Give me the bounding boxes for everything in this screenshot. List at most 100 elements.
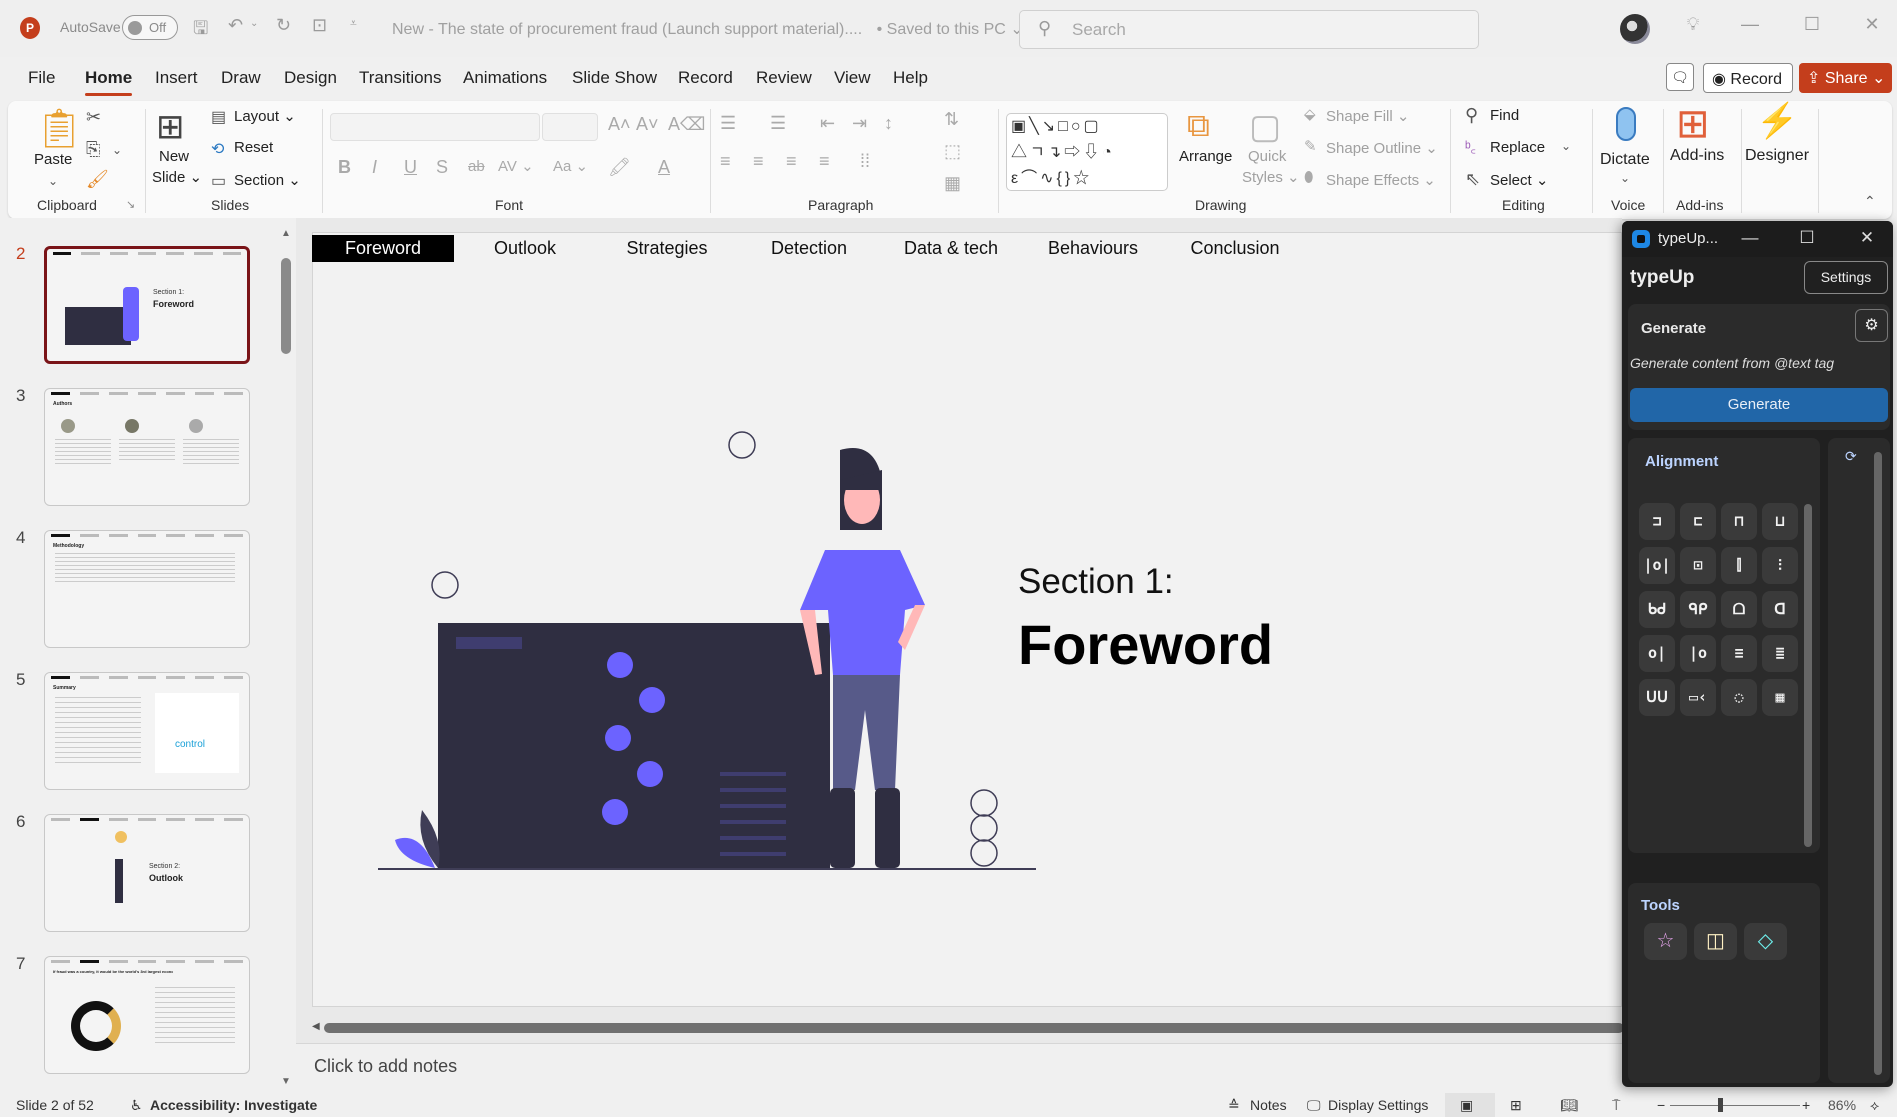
- snap-bottom-icon[interactable]: ≣: [1762, 635, 1798, 672]
- designer-icon[interactable]: ⚡: [1756, 101, 1798, 141]
- new-slide-label-1[interactable]: New: [159, 148, 189, 165]
- layout-tool-icon[interactable]: ◫: [1694, 923, 1737, 960]
- customize-toolbar-icon[interactable]: ⩡: [350, 16, 357, 31]
- highlight-icon[interactable]: 🖍︎: [608, 157, 631, 178]
- distribute-horizontal-icon[interactable]: ⫿: [1721, 547, 1757, 584]
- slide-nav-behaviours[interactable]: Behaviours: [1022, 235, 1164, 262]
- align-center-vertical-line-icon[interactable]: |o|: [1639, 547, 1675, 584]
- horizontal-scrollbar[interactable]: ◀: [312, 1020, 1624, 1036]
- justify-icon[interactable]: ≡: [819, 151, 830, 172]
- scroll-thumb[interactable]: [281, 258, 291, 354]
- layout-button[interactable]: Layout ⌄: [234, 107, 296, 125]
- underline-button[interactable]: U: [404, 157, 417, 178]
- slide-nav-strategies[interactable]: Strategies: [596, 235, 738, 262]
- refresh-icon[interactable]: ⟳: [1845, 448, 1857, 465]
- tab-view[interactable]: View: [834, 68, 871, 88]
- align-right-icon[interactable]: ≡: [786, 151, 797, 172]
- dictate-dropdown-icon[interactable]: ⌄: [1620, 171, 1630, 185]
- select-button[interactable]: Select ⌄: [1490, 171, 1548, 189]
- close-icon[interactable]: ✕: [1857, 14, 1887, 35]
- font-name-combo[interactable]: [330, 113, 540, 141]
- typeup-titlebar[interactable]: typeUp... — ☐ ✕: [1622, 221, 1893, 257]
- tab-home[interactable]: Home: [85, 68, 133, 96]
- cut-icon[interactable]: ✂: [86, 107, 101, 128]
- share-button[interactable]: ⇪ Share ⌄: [1799, 63, 1892, 93]
- align-left-icon[interactable]: ⊏: [1680, 503, 1716, 540]
- paste-icon[interactable]: 📋︎: [35, 107, 83, 151]
- columns-icon[interactable]: ⁞⁞: [860, 151, 870, 172]
- dictate-button[interactable]: Dictate: [1600, 151, 1650, 169]
- zoom-level[interactable]: 86%: [1828, 1097, 1856, 1113]
- zoom-in-icon[interactable]: +: [1802, 1097, 1810, 1113]
- notes-icon[interactable]: ≙: [1228, 1097, 1240, 1114]
- align-center-icon[interactable]: ≡: [753, 151, 764, 172]
- slide-thumbnail[interactable]: Methodology: [44, 530, 250, 648]
- slide-thumbnail[interactable]: Summary control: [44, 672, 250, 790]
- snap-right-icon[interactable]: o|: [1639, 635, 1675, 672]
- comments-button[interactable]: 🗨︎: [1666, 63, 1694, 91]
- line-spacing-icon[interactable]: ↕: [884, 113, 893, 134]
- shadow-button[interactable]: S: [436, 157, 448, 178]
- zoom-out-icon[interactable]: −: [1657, 1097, 1665, 1113]
- scroll-thumb[interactable]: [324, 1023, 1624, 1033]
- notes-pane[interactable]: Click to add notes: [296, 1043, 1622, 1091]
- tab-animations[interactable]: Animations: [463, 68, 547, 88]
- text-direction-icon[interactable]: ⇅: [944, 109, 959, 130]
- present-icon[interactable]: ⊡: [312, 15, 327, 36]
- tab-draw[interactable]: Draw: [221, 68, 261, 88]
- new-slide-label-2[interactable]: Slide ⌄: [152, 168, 202, 186]
- align-bottom-icon[interactable]: ⊔: [1762, 503, 1798, 540]
- section-title[interactable]: Foreword: [1018, 612, 1273, 677]
- clear-formatting-icon[interactable]: A⌫: [668, 114, 705, 135]
- slide-nav-conclusion[interactable]: Conclusion: [1164, 235, 1306, 262]
- group-right-icon[interactable]: ▭‹: [1680, 679, 1716, 716]
- tab-record[interactable]: Record: [678, 68, 733, 88]
- quick-styles-label-2[interactable]: Styles ⌄: [1242, 168, 1300, 186]
- section-button[interactable]: Section ⌄: [234, 171, 301, 189]
- shape-fill-button[interactable]: Shape Fill ⌄: [1326, 107, 1409, 125]
- zoom-slider-handle[interactable]: [1718, 1098, 1723, 1112]
- bullets-icon[interactable]: ☰: [720, 113, 736, 134]
- format-painter-icon[interactable]: 🖌︎: [86, 169, 109, 190]
- scroll-up-icon[interactable]: ▲: [281, 228, 291, 239]
- document-title[interactable]: New - The state of procurement fraud (La…: [392, 19, 1024, 39]
- designer-button[interactable]: Designer: [1745, 147, 1809, 165]
- minimize-icon[interactable]: —: [1735, 14, 1765, 35]
- zoom-slider[interactable]: [1670, 1105, 1800, 1106]
- tab-file[interactable]: File: [28, 68, 55, 88]
- tab-insert[interactable]: Insert: [155, 68, 198, 88]
- slide-thumbnail[interactable]: Authors: [44, 388, 250, 506]
- decrease-indent-icon[interactable]: ⇤: [820, 113, 835, 134]
- strikethrough-button[interactable]: ab: [468, 158, 485, 175]
- arrange-button[interactable]: Arrange: [1179, 148, 1232, 165]
- bold-button[interactable]: B: [338, 157, 351, 178]
- align-text-icon[interactable]: ⬚: [944, 141, 961, 162]
- collapse-ribbon-icon[interactable]: ⌃: [1864, 193, 1876, 210]
- quick-styles-icon[interactable]: ▢: [1249, 107, 1281, 147]
- copy-dropdown-icon[interactable]: ⌄: [112, 143, 122, 157]
- numbering-icon[interactable]: ☰: [770, 113, 786, 134]
- slide-sorter-icon[interactable]: ⊞: [1510, 1097, 1522, 1114]
- paste-button[interactable]: Paste: [34, 151, 72, 168]
- slide-thumbnail[interactable]: If fraud was a country, it would be the …: [44, 956, 250, 1074]
- add-ins-button[interactable]: Add-ins: [1670, 147, 1724, 165]
- distribute-vertical-icon[interactable]: ⫶: [1762, 547, 1798, 584]
- scroll-left-icon[interactable]: ◀: [312, 1021, 320, 1032]
- dialog-launcher-icon[interactable]: ↘: [126, 198, 135, 211]
- typeup-close-icon[interactable]: ✕: [1856, 228, 1878, 248]
- paste-dropdown-icon[interactable]: ⌄: [48, 174, 58, 188]
- slide-nav-foreword[interactable]: Foreword: [312, 235, 454, 262]
- typeup-outer-scrollbar[interactable]: [1874, 452, 1882, 1075]
- foreword-illustration[interactable]: [370, 420, 1050, 880]
- accessibility-status[interactable]: Accessibility: Investigate: [150, 1097, 317, 1113]
- undo-dropdown-icon[interactable]: ⌄: [250, 18, 258, 29]
- slide-nav-detection[interactable]: Detection: [738, 235, 880, 262]
- lightbulb-icon[interactable]: 💡︎: [1678, 14, 1708, 35]
- star-tool-icon[interactable]: ☆: [1644, 923, 1687, 960]
- stretch-left-icon[interactable]: ᑲᑯ: [1639, 591, 1675, 628]
- fit-slide-icon[interactable]: ⟡: [1870, 1097, 1879, 1114]
- slide-nav-outlook[interactable]: Outlook: [454, 235, 596, 262]
- normal-view-icon[interactable]: ▣: [1460, 1097, 1473, 1114]
- autosave-toggle[interactable]: Off: [122, 15, 178, 40]
- display-settings-icon[interactable]: 🖵: [1307, 1097, 1321, 1114]
